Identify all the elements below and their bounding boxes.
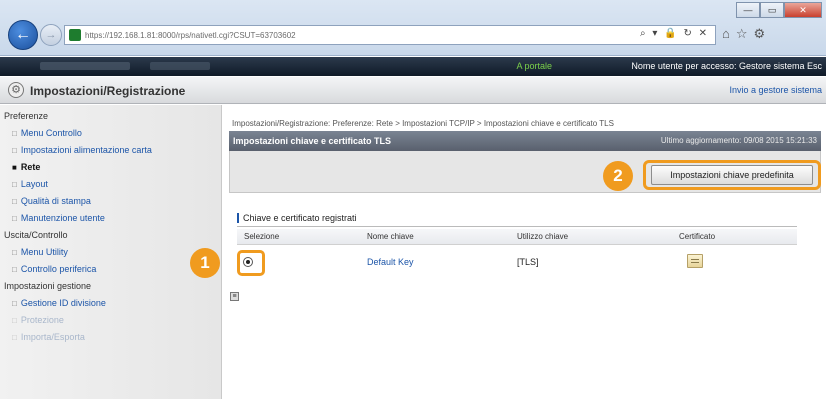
key-usage-value: [TLS] <box>517 257 539 267</box>
sidebar-item-manutenzione-utente[interactable]: □ Manutenzione utente <box>12 213 105 223</box>
bullet-icon: □ <box>12 316 17 325</box>
site-favicon-icon <box>69 29 81 41</box>
panel-header: Impostazioni chiave e certificato TLS Ul… <box>229 131 821 151</box>
bullet-icon: □ <box>12 197 17 206</box>
bullet-icon: □ <box>12 129 17 138</box>
page-title: Impostazioni/Registrazione <box>30 84 186 98</box>
sidebar-heading-preferenze: Preferenze <box>4 111 49 121</box>
device-name-text <box>40 62 130 70</box>
sidebar-item-controllo-periferica[interactable]: □ Controllo periferica <box>12 264 96 274</box>
section-divider <box>237 226 797 227</box>
browser-toolbar-icons: ⌂ ☆ ⚙ <box>722 26 765 42</box>
bullet-icon: □ <box>12 214 17 223</box>
page-expand-icon[interactable]: ≡ <box>230 292 239 301</box>
section-title: Chiave e certificato registrati <box>237 213 357 223</box>
certificate-icon[interactable] <box>687 254 703 268</box>
address-bar[interactable]: https://192.168.1.81:8000/rps/nativetl.c… <box>64 25 716 45</box>
window-buttons: — ▭ ✕ <box>736 2 822 18</box>
login-user-info: Nome utente per accesso: Gestore sistema… <box>631 61 822 71</box>
settings-gear-icon[interactable]: ⚙ <box>754 26 766 42</box>
close-window-button[interactable]: ✕ <box>784 2 822 18</box>
sidebar-item-importa-esporta[interactable]: □ Importa/Esporta <box>12 332 85 342</box>
callout-number-1: 1 <box>190 248 220 278</box>
home-icon[interactable]: ⌂ <box>722 26 730 42</box>
sidebar-item-rete[interactable]: ■ Rete <box>12 162 40 172</box>
table-header-row: Selezione Nome chiave Utilizzo chiave Ce… <box>237 229 797 245</box>
maximize-button[interactable]: ▭ <box>760 2 784 18</box>
key-name-link[interactable]: Default Key <box>367 257 414 267</box>
sidebar-item-menu-utility[interactable]: □ Menu Utility <box>12 247 68 257</box>
callout-highlight-radio <box>237 250 265 276</box>
address-bar-tools[interactable]: ⌕ ▾ 🔒 ↻ ✕ <box>640 28 709 39</box>
forward-arrow-icon[interactable]: → <box>40 24 62 46</box>
device-location-text <box>150 62 210 70</box>
page-title-bar: ⚙ Impostazioni/Registrazione Invio a ges… <box>0 77 826 104</box>
column-header-utilizzo-chiave: Utilizzo chiave <box>517 232 569 241</box>
sidebar-heading-impostazioni-gestione: Impostazioni gestione <box>4 281 92 291</box>
callout-highlight-button <box>643 160 821 190</box>
sidebar-item-protezione[interactable]: □ Protezione <box>12 315 64 325</box>
bullet-icon: □ <box>12 299 17 308</box>
back-arrow-icon[interactable]: ← <box>8 20 38 50</box>
goto-system-manager-link[interactable]: Invio a gestore sistema <box>729 85 822 95</box>
bullet-icon: ■ <box>12 163 17 172</box>
column-header-selezione: Selezione <box>244 232 280 241</box>
bullet-icon: □ <box>12 180 17 189</box>
bullet-icon: □ <box>12 146 17 155</box>
top-header-bar: A portale Nome utente per accesso: Gesto… <box>0 57 826 76</box>
browser-chrome: — ▭ ✕ ← → https://192.168.1.81:8000/rps/… <box>0 0 826 56</box>
sidebar-item-gestione-id-divisione[interactable]: □ Gestione ID divisione <box>12 298 106 308</box>
bullet-icon: □ <box>12 248 17 257</box>
minimize-button[interactable]: — <box>736 2 760 18</box>
panel-title: Impostazioni chiave e certificato TLS <box>233 136 392 146</box>
sidebar-item-qualita-stampa[interactable]: □ Qualità di stampa <box>12 196 91 206</box>
sidebar-item-alimentazione-carta[interactable]: □ Impostazioni alimentazione carta <box>12 145 152 155</box>
bullet-icon: □ <box>12 333 17 342</box>
column-header-nome-chiave: Nome chiave <box>367 232 414 241</box>
callout-number-2: 2 <box>603 161 633 191</box>
portal-link[interactable]: A portale <box>516 61 552 71</box>
url-text: https://192.168.1.81:8000/rps/nativetl.c… <box>85 30 296 40</box>
sidebar-item-menu-controllo[interactable]: □ Menu Controllo <box>12 128 82 138</box>
sidebar-heading-uscita-controllo: Uscita/Controllo <box>4 230 68 240</box>
column-header-certificato: Certificato <box>679 232 716 241</box>
bullet-icon: □ <box>12 265 17 274</box>
last-update-timestamp: Ultimo aggiornamento: 09/08 2015 15:21:3… <box>660 136 817 145</box>
settings-gear-icon: ⚙ <box>8 82 24 98</box>
favorites-star-icon[interactable]: ☆ <box>736 26 748 42</box>
sidebar-item-layout[interactable]: □ Layout <box>12 179 48 189</box>
breadcrumb: Impostazioni/Registrazione: Preferenze: … <box>232 119 614 128</box>
